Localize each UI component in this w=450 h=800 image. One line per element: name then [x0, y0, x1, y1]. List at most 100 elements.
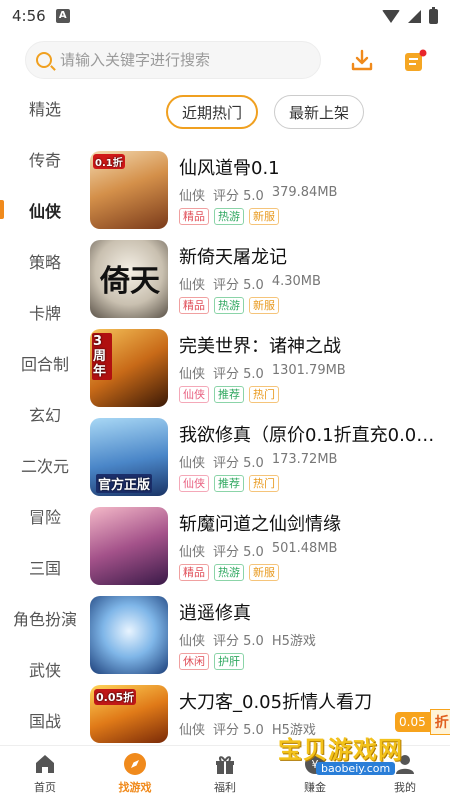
sidebar-item-chuanqi[interactable]: 传奇 [0, 133, 90, 184]
game-rating: 评分 5.0 [213, 545, 264, 560]
category-sidebar: 精选 传奇 仙侠 策略 卡牌 回合制 玄幻 二次元 冒险 三国 角色扮演 武侠 … [0, 82, 90, 745]
game-genre: 仙侠 [179, 545, 206, 560]
game-genre: 仙侠 [179, 634, 206, 649]
nav-label: 首页 [34, 781, 56, 794]
game-size: 379.84MB [271, 185, 338, 200]
game-tags: 仙侠 推荐 热门 [179, 386, 279, 403]
sidebar-item-juese[interactable]: 角色扮演 [0, 592, 90, 643]
game-meta: 仙侠 评分 5.0 173.72MB [179, 452, 337, 471]
tag: 仙侠 [179, 386, 209, 403]
game-genre: 仙侠 [179, 456, 206, 471]
game-item[interactable]: 斩魔问道之仙剑情缘 仙侠 评分 5.0 501.48MB 精品 热游 新服 [90, 504, 450, 593]
signal-icon [408, 9, 421, 23]
discount-unit: 折 [429, 709, 450, 735]
game-rating: 评分 5.0 [213, 278, 264, 293]
game-icon: 倚天 [90, 240, 168, 318]
gift-icon [216, 756, 234, 774]
game-item[interactable]: 逍遥修真 仙侠 评分 5.0 H5游戏 休闲 护肝 [90, 593, 450, 682]
battery-icon [429, 6, 438, 24]
site-watermark: 宝贝游戏网 baobeiy.com [266, 730, 416, 780]
tag: 推荐 [214, 386, 244, 403]
nav-find-games[interactable]: 找游戏 [90, 746, 180, 800]
game-tags: 仙侠 推荐 热门 [179, 475, 279, 492]
game-tags: 精品 热游 新服 [179, 208, 279, 225]
search-icon [36, 52, 52, 68]
tag: 热游 [214, 564, 244, 581]
game-size: 501.48MB [271, 541, 338, 556]
game-rating: 评分 5.0 [213, 189, 264, 204]
nav-home[interactable]: 首页 [0, 746, 90, 800]
game-title: 完美世界：诸神之战 [179, 336, 341, 357]
game-title: 仙风道骨0.1 [179, 158, 280, 179]
tag: 推荐 [214, 475, 244, 492]
tag: 热游 [214, 297, 244, 314]
game-icon: 3周年 [90, 329, 168, 407]
game-item[interactable]: 0.1折 仙风道骨0.1 仙侠 评分 5.0 379.84MB 精品 热游 新服 [90, 148, 450, 237]
sidebar-item-huihezhi[interactable]: 回合制 [0, 337, 90, 388]
message-icon[interactable] [402, 48, 428, 74]
game-size: 173.72MB [271, 452, 338, 467]
game-icon: 官方正版 [90, 418, 168, 496]
download-icon[interactable] [349, 48, 375, 74]
game-meta: 仙侠 评分 5.0 379.84MB [179, 185, 337, 204]
game-rating: 评分 5.0 [213, 723, 264, 738]
wifi-icon [382, 9, 400, 23]
game-genre: 仙侠 [179, 278, 206, 293]
game-icon: 0.1折 [90, 151, 168, 229]
nav-label: 福利 [214, 781, 236, 794]
game-size: 4.30MB [271, 274, 321, 289]
game-icon-badge: 倚天 [100, 264, 160, 299]
sidebar-item-jingxuan[interactable]: 精选 [0, 82, 90, 133]
nav-label: 我的 [394, 781, 416, 794]
game-icon: 0.05折 [90, 685, 168, 743]
sidebar-item-wuxia[interactable]: 武侠 [0, 643, 90, 694]
game-tags: 精品 热游 新服 [179, 297, 279, 314]
tag: 新服 [249, 208, 279, 225]
tag: 精品 [179, 564, 209, 581]
sidebar-item-erciyuan[interactable]: 二次元 [0, 439, 90, 490]
tag: 新服 [249, 297, 279, 314]
home-icon [36, 755, 54, 773]
watermark-url: baobeiy.com [316, 762, 396, 775]
nav-welfare[interactable]: 福利 [180, 746, 270, 800]
status-bar: 4:56 A [0, 0, 450, 32]
sidebar-item-xianxia[interactable]: 仙侠 [0, 184, 90, 235]
game-item[interactable]: 3周年 完美世界：诸神之战 仙侠 评分 5.0 1301.79MB 仙侠 推荐 … [90, 326, 450, 415]
tag: 热门 [249, 386, 279, 403]
status-time: 4:56 [12, 7, 46, 25]
game-meta: 仙侠 评分 5.0 H5游戏 [179, 630, 316, 649]
tag: 仙侠 [179, 475, 209, 492]
game-genre: 仙侠 [179, 367, 206, 382]
game-meta: 仙侠 评分 5.0 501.48MB [179, 541, 337, 560]
tab-recent-hot[interactable]: 近期热门 [166, 95, 259, 129]
tab-new-arrivals[interactable]: 最新上架 [274, 95, 365, 129]
game-item[interactable]: 倚天 新倚天屠龙记 仙侠 评分 5.0 4.30MB 精品 热游 新服 [90, 237, 450, 326]
tag: 热门 [249, 475, 279, 492]
sidebar-item-guozhan[interactable]: 国战 [0, 694, 90, 745]
game-rating: 评分 5.0 [213, 634, 264, 649]
tag: 休闲 [179, 653, 209, 670]
tag: 精品 [179, 297, 209, 314]
search-input[interactable] [60, 51, 290, 69]
game-icon-badge: 3周年 [92, 333, 112, 380]
sidebar-item-kapai[interactable]: 卡牌 [0, 286, 90, 337]
tag: 护肝 [214, 653, 244, 670]
game-meta: 仙侠 评分 5.0 1301.79MB [179, 363, 346, 382]
game-title: 我欲修真（原价0.1折直充0.05折） [179, 425, 441, 446]
game-icon [90, 596, 168, 674]
game-genre: 仙侠 [179, 723, 206, 738]
game-tags: 休闲 护肝 [179, 653, 244, 670]
tag: 精品 [179, 208, 209, 225]
nav-label: 赚金 [304, 781, 326, 794]
game-rating: 评分 5.0 [213, 456, 264, 471]
game-title: 斩魔问道之仙剑情缘 [179, 514, 341, 535]
sidebar-item-maoxian[interactable]: 冒险 [0, 490, 90, 541]
sidebar-item-sanguo[interactable]: 三国 [0, 541, 90, 592]
search-bar[interactable] [25, 41, 321, 79]
game-size: H5游戏 [271, 634, 316, 649]
list-tabs: 近期热门 最新上架 [166, 95, 365, 129]
game-item[interactable]: 官方正版 我欲修真（原价0.1折直充0.05折） 仙侠 评分 5.0 173.7… [90, 415, 450, 504]
sidebar-item-celue[interactable]: 策略 [0, 235, 90, 286]
sidebar-item-xuanhuan[interactable]: 玄幻 [0, 388, 90, 439]
game-title: 逍遥修真 [179, 603, 251, 624]
